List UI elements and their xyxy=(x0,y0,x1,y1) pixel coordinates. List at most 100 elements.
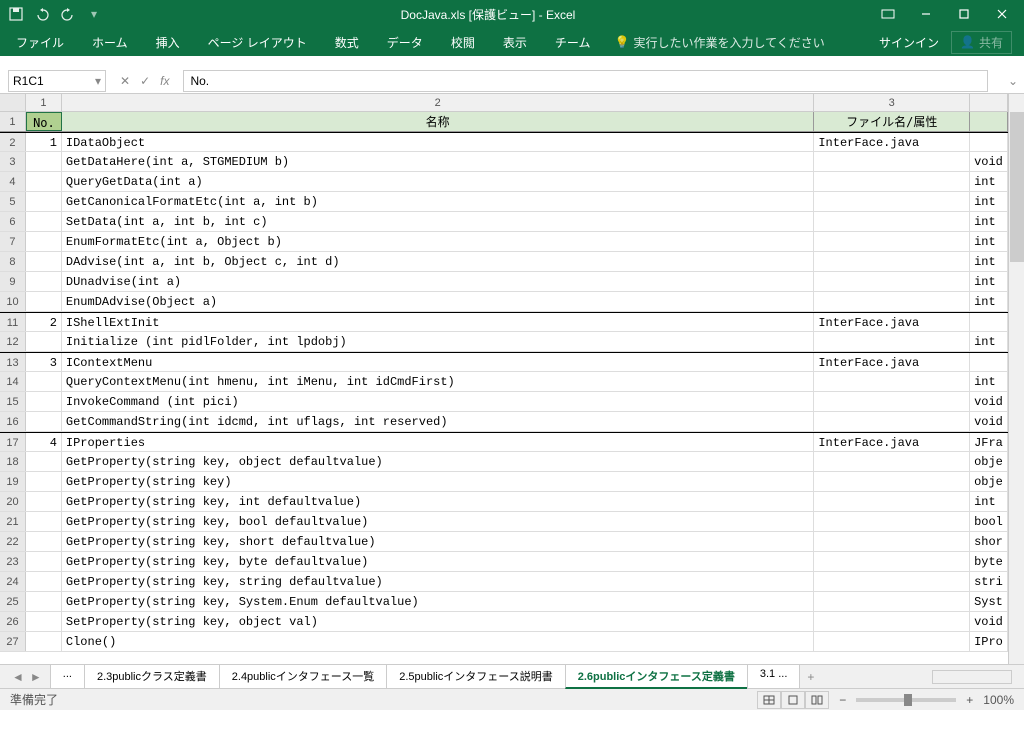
row-header[interactable]: 25 xyxy=(0,592,26,611)
cell-no[interactable] xyxy=(26,592,62,611)
add-sheet-button[interactable]: + xyxy=(799,667,822,687)
cell-attr[interactable]: int xyxy=(970,212,1008,231)
cell-attr[interactable]: int xyxy=(970,252,1008,271)
row-header[interactable]: 9 xyxy=(0,272,26,291)
cell-name[interactable]: QueryGetData(int a) xyxy=(62,172,814,191)
cell-name[interactable]: GetProperty(string key, int defaultvalue… xyxy=(62,492,814,511)
zoom-level[interactable]: 100% xyxy=(983,693,1014,707)
cell-no[interactable] xyxy=(26,172,62,191)
select-all-corner[interactable] xyxy=(0,94,26,111)
cell-attr[interactable]: int xyxy=(970,332,1008,351)
row-header[interactable]: 14 xyxy=(0,372,26,391)
cell-attr[interactable]: stri xyxy=(970,572,1008,591)
header-cell-file[interactable]: ファイル名/属性 xyxy=(814,112,970,131)
cell-file[interactable] xyxy=(814,412,970,431)
cell-name[interactable]: IDataObject xyxy=(62,133,814,151)
row-header[interactable]: 24 xyxy=(0,572,26,591)
horizontal-scrollbar[interactable] xyxy=(932,670,1012,684)
view-pagelayout-icon[interactable] xyxy=(781,691,805,709)
cell-attr[interactable]: int xyxy=(970,172,1008,191)
undo-icon[interactable] xyxy=(30,2,54,26)
sheet-tab[interactable]: 2.5publicインタフェース説明書 xyxy=(386,664,565,689)
cell-file[interactable] xyxy=(814,272,970,291)
sheet-tab[interactable]: 2.6publicインタフェース定義書 xyxy=(565,664,748,689)
cell-no[interactable]: 4 xyxy=(26,433,62,451)
row-header[interactable]: 11 xyxy=(0,313,26,331)
cell-attr[interactable]: int xyxy=(970,272,1008,291)
row-header[interactable]: 6 xyxy=(0,212,26,231)
cell-name[interactable]: Clone() xyxy=(62,632,814,651)
cell-name[interactable]: SetProperty(string key, object val) xyxy=(62,612,814,631)
cell-name[interactable]: DUnadvise(int a) xyxy=(62,272,814,291)
cell-no[interactable] xyxy=(26,232,62,251)
cell-no[interactable]: 1 xyxy=(26,133,62,151)
cell-attr[interactable]: shor xyxy=(970,532,1008,551)
cell-attr[interactable]: void xyxy=(970,392,1008,411)
cell-no[interactable] xyxy=(26,452,62,471)
cell-no[interactable] xyxy=(26,472,62,491)
name-box[interactable]: R1C1 ▾ xyxy=(8,70,106,92)
tab-insert[interactable]: 挿入 xyxy=(144,30,192,55)
header-cell-attr[interactable] xyxy=(970,112,1008,131)
row-header[interactable]: 20 xyxy=(0,492,26,511)
cell-no[interactable] xyxy=(26,212,62,231)
cell-name[interactable]: Initialize (int pidlFolder, int lpdobj) xyxy=(62,332,814,351)
row-header[interactable]: 21 xyxy=(0,512,26,531)
row-header[interactable]: 23 xyxy=(0,552,26,571)
cell-name[interactable]: GetCanonicalFormatEtc(int a, int b) xyxy=(62,192,814,211)
cell-file[interactable]: InterFace.java xyxy=(814,313,970,331)
cell-attr[interactable]: bool xyxy=(970,512,1008,531)
cell-attr[interactable]: obje xyxy=(970,472,1008,491)
row-header[interactable]: 27 xyxy=(0,632,26,651)
name-box-dropdown-icon[interactable]: ▾ xyxy=(95,74,101,88)
cell-no[interactable] xyxy=(26,332,62,351)
tab-home[interactable]: ホーム xyxy=(80,30,140,55)
sheet-nav-prev-icon[interactable]: ◄ xyxy=(12,670,24,684)
row-header[interactable]: 10 xyxy=(0,292,26,311)
row-header[interactable]: 17 xyxy=(0,433,26,451)
cell-name[interactable]: EnumFormatEtc(int a, Object b) xyxy=(62,232,814,251)
cell-file[interactable] xyxy=(814,372,970,391)
cell-name[interactable]: IProperties xyxy=(62,433,814,451)
cell-no[interactable] xyxy=(26,192,62,211)
cell-attr[interactable]: Syst xyxy=(970,592,1008,611)
tab-view[interactable]: 表示 xyxy=(491,30,539,55)
row-header[interactable]: 15 xyxy=(0,392,26,411)
cell-no[interactable] xyxy=(26,532,62,551)
header-cell-name[interactable]: 名称 xyxy=(62,112,815,131)
cell-file[interactable] xyxy=(814,492,970,511)
row-header[interactable]: 1 xyxy=(0,112,26,131)
cell-attr[interactable]: void xyxy=(970,412,1008,431)
vertical-scrollbar[interactable] xyxy=(1008,94,1024,664)
view-pagebreak-icon[interactable] xyxy=(805,691,829,709)
zoom-slider[interactable] xyxy=(856,698,956,702)
cell-file[interactable] xyxy=(814,292,970,311)
tell-me-search[interactable]: 💡 実行したい作業を入力してください xyxy=(614,34,824,51)
formula-input[interactable]: No. xyxy=(183,70,988,92)
sheet-tab[interactable]: 3.1 ... xyxy=(747,664,801,689)
row-header[interactable]: 7 xyxy=(0,232,26,251)
cell-name[interactable]: GetCommandString(int idcmd, int uflags, … xyxy=(62,412,814,431)
cell-file[interactable] xyxy=(814,152,970,171)
cell-name[interactable]: EnumDAdvise(Object a) xyxy=(62,292,814,311)
cell-no[interactable] xyxy=(26,412,62,431)
scrollbar-thumb[interactable] xyxy=(1010,112,1024,262)
cell-name[interactable]: GetProperty(string key, System.Enum defa… xyxy=(62,592,814,611)
cell-file[interactable] xyxy=(814,452,970,471)
zoom-out-button[interactable]: − xyxy=(839,693,846,707)
tab-file[interactable]: ファイル xyxy=(4,30,76,55)
cell-attr[interactable]: int xyxy=(970,492,1008,511)
tab-data[interactable]: データ xyxy=(375,30,435,55)
cell-file[interactable] xyxy=(814,232,970,251)
cell-no[interactable] xyxy=(26,272,62,291)
redo-icon[interactable] xyxy=(56,2,80,26)
cell-file[interactable] xyxy=(814,512,970,531)
close-icon[interactable] xyxy=(984,2,1020,26)
cell-no[interactable] xyxy=(26,392,62,411)
cell-attr[interactable]: JFra xyxy=(970,433,1008,451)
cell-name[interactable]: DAdvise(int a, int b, Object c, int d) xyxy=(62,252,814,271)
cell-attr[interactable] xyxy=(970,133,1008,151)
tab-pagelayout[interactable]: ページ レイアウト xyxy=(196,30,319,55)
cell-file[interactable] xyxy=(814,612,970,631)
cell-attr[interactable]: IPro xyxy=(970,632,1008,651)
